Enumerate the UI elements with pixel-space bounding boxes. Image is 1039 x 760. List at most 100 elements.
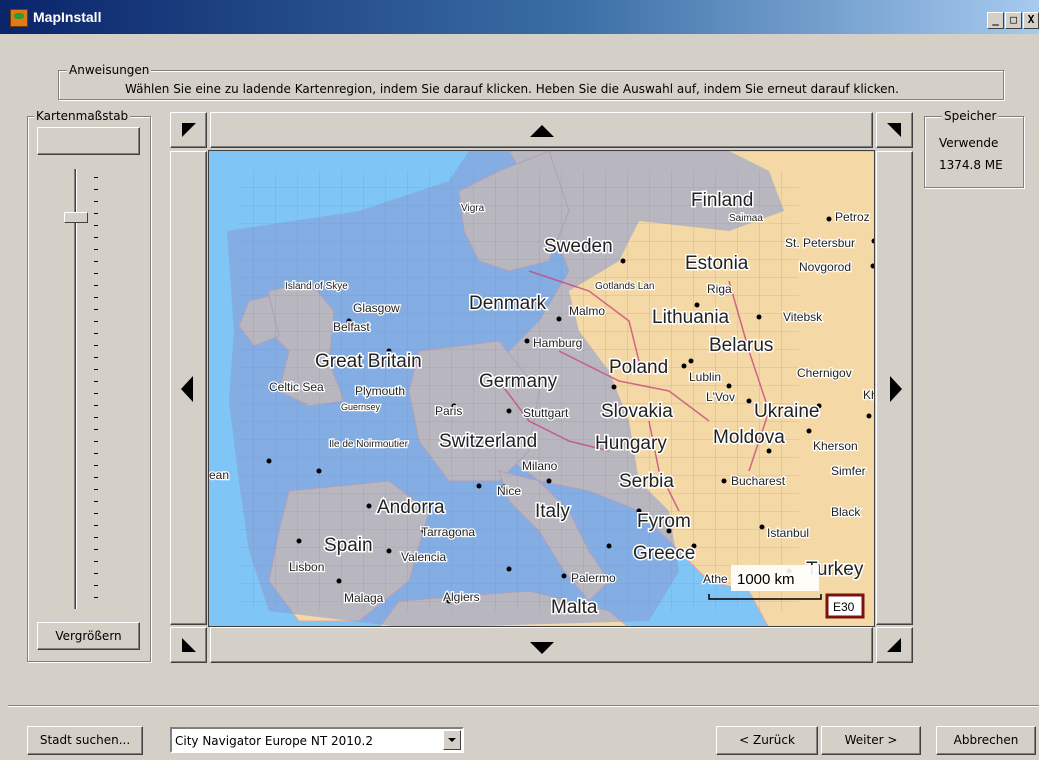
slider-tick	[94, 525, 98, 526]
pan-northwest-button[interactable]	[170, 112, 207, 148]
slider-tick	[94, 333, 98, 334]
country-label: Serbia	[619, 471, 674, 492]
slider-tick	[94, 501, 98, 502]
slider-tick	[94, 417, 98, 418]
country-label: Ukraine	[754, 401, 819, 422]
map-product-select-value: City Navigator Europe NT 2010.2	[175, 734, 373, 748]
city-label: Lublin	[689, 370, 721, 384]
city-label: Milano	[522, 459, 558, 473]
app-icon	[10, 9, 28, 27]
city-label: Lisbon	[289, 560, 324, 574]
pan-northeast-button[interactable]	[876, 112, 913, 148]
instructions-group-label: Anweisungen	[67, 63, 152, 77]
slider-tick	[94, 285, 98, 286]
city-label: Kh	[863, 388, 875, 402]
pan-south-button[interactable]	[210, 627, 873, 663]
country-label: Hungary	[595, 433, 667, 454]
slider-tick	[94, 429, 98, 430]
slider-tick	[94, 561, 98, 562]
slider-tick	[94, 189, 98, 190]
map-product-select[interactable]: City Navigator Europe NT 2010.2	[170, 727, 464, 753]
arrow-up-icon	[530, 125, 554, 137]
city-label: Guernsey	[341, 402, 381, 412]
city-label: Paris	[435, 404, 462, 418]
country-label: Belarus	[709, 335, 773, 356]
pan-southwest-button[interactable]	[170, 627, 207, 663]
arrow-northeast-icon	[887, 123, 901, 137]
arrow-southwest-icon	[182, 638, 196, 652]
country-label: Estonia	[685, 253, 749, 274]
slider-tick	[94, 357, 98, 358]
country-label: Greece	[633, 543, 695, 564]
slider-tick	[94, 513, 98, 514]
city-label: ean	[209, 468, 229, 482]
title-bar[interactable]: MapInstall _ □ X	[0, 0, 1039, 34]
city-label: Gotlands Lan	[595, 281, 655, 292]
scale-bar-label: 1000 km	[737, 571, 795, 588]
slider-tick	[94, 381, 98, 382]
slider-tick	[94, 297, 98, 298]
cancel-button[interactable]: Abbrechen	[936, 726, 1036, 755]
city-label: Athe	[703, 572, 728, 586]
zoom-out-button[interactable]	[37, 127, 140, 155]
city-label: Bucharest	[731, 474, 786, 488]
arrow-southeast-icon	[887, 638, 901, 652]
zoom-in-button[interactable]: Vergrößern	[37, 622, 140, 650]
country-label: Switzerland	[439, 431, 537, 452]
city-label: Novgorod	[799, 260, 851, 274]
slider-tick	[94, 489, 98, 490]
find-city-button[interactable]: Stadt suchen...	[27, 726, 143, 755]
pan-southeast-button[interactable]	[876, 627, 913, 663]
map-canvas[interactable]: Finland Sweden Estonia Denmark Lithuania…	[209, 151, 875, 627]
memory-value: 1374.8 ME	[939, 158, 1003, 172]
scale-group-label: Kartenmaßstab	[34, 109, 131, 123]
city-label: Vitebsk	[783, 310, 823, 324]
scale-group: Kartenmaßstab Vergrößern	[27, 109, 151, 662]
slider-tick	[94, 321, 98, 322]
country-label: Poland	[609, 357, 668, 378]
country-label: Moldova	[713, 427, 785, 448]
minimize-button[interactable]: _	[987, 12, 1004, 29]
country-label: Denmark	[469, 293, 547, 314]
arrow-left-icon	[181, 376, 193, 402]
country-label: Sweden	[544, 236, 613, 257]
slider-tick	[94, 393, 98, 394]
country-label: Fyrom	[637, 511, 691, 532]
country-label: Germany	[479, 371, 558, 392]
slider-tick	[94, 201, 98, 202]
city-label: Nice	[497, 484, 521, 498]
slider-tick	[94, 405, 98, 406]
slider-tick	[94, 477, 98, 478]
city-label: Hamburg	[533, 336, 582, 350]
close-button[interactable]: X	[1023, 12, 1039, 29]
slider-tick	[94, 465, 98, 466]
city-label: Ile de Noirmoutier	[329, 439, 409, 450]
country-label: Great Britain	[315, 351, 422, 372]
dropdown-arrow-button[interactable]	[443, 730, 461, 750]
pan-west-button[interactable]	[170, 151, 207, 625]
chevron-down-icon	[448, 738, 456, 742]
city-label: Istanbul	[767, 526, 809, 540]
slider-tick	[94, 213, 98, 214]
maximize-button[interactable]: □	[1005, 12, 1022, 29]
city-label: Vigra	[461, 203, 485, 214]
slider-tick	[94, 273, 98, 274]
map-view[interactable]: Finland Sweden Estonia Denmark Lithuania…	[208, 150, 875, 627]
city-label: Chernigov	[797, 366, 852, 380]
slider-tick	[94, 549, 98, 550]
city-label: Stuttgart	[523, 406, 569, 420]
zoom-slider-thumb[interactable]	[64, 212, 88, 224]
pan-east-button[interactable]	[876, 151, 913, 625]
city-label: Island of Skye	[285, 281, 348, 292]
country-label: Andorra	[377, 497, 445, 518]
memory-group-label: Speicher	[942, 109, 999, 123]
pan-north-button[interactable]	[210, 112, 873, 148]
slider-tick	[94, 441, 98, 442]
highway-badge: E30	[825, 593, 865, 619]
zoom-slider-track[interactable]	[74, 169, 77, 609]
city-label: Riga	[707, 282, 732, 296]
country-label: Spain	[324, 535, 373, 556]
window-title: MapInstall	[33, 9, 102, 25]
back-button[interactable]: < Zurück	[716, 726, 818, 755]
next-button[interactable]: Weiter >	[821, 726, 921, 755]
